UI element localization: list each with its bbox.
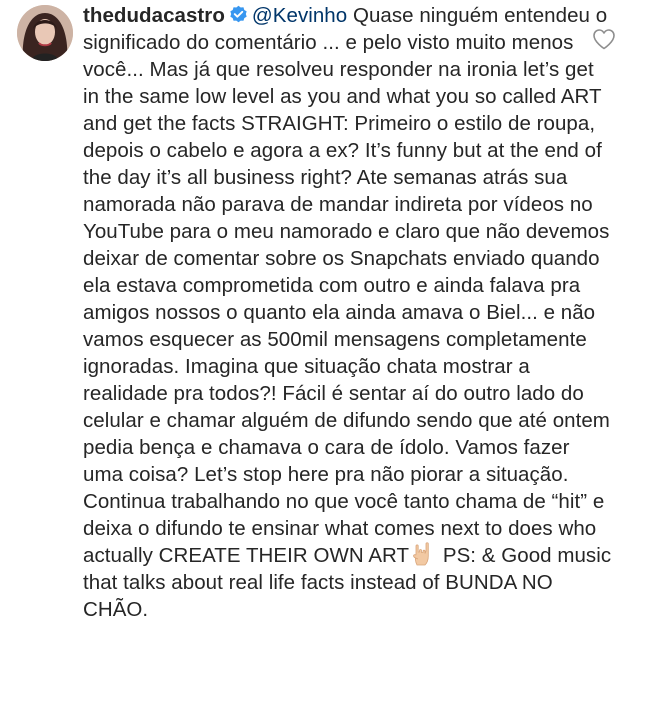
verified-badge-icon (229, 4, 248, 23)
comment-text-part-1: Quase ninguém entendeu o significado do … (83, 4, 610, 567)
comment-body: thedudacastro @Kevinho Quase ninguém ente… (83, 2, 613, 623)
comment-mention-link[interactable]: @Kevinho (252, 4, 347, 27)
avatar-image (17, 5, 73, 61)
rock-on-hand-icon (412, 542, 434, 566)
comment-username[interactable]: thedudacastro (83, 4, 225, 27)
avatar[interactable] (17, 5, 73, 61)
comment: thedudacastro @Kevinho Quase ninguém ente… (0, 0, 650, 718)
heart-outline-icon[interactable] (592, 28, 616, 50)
